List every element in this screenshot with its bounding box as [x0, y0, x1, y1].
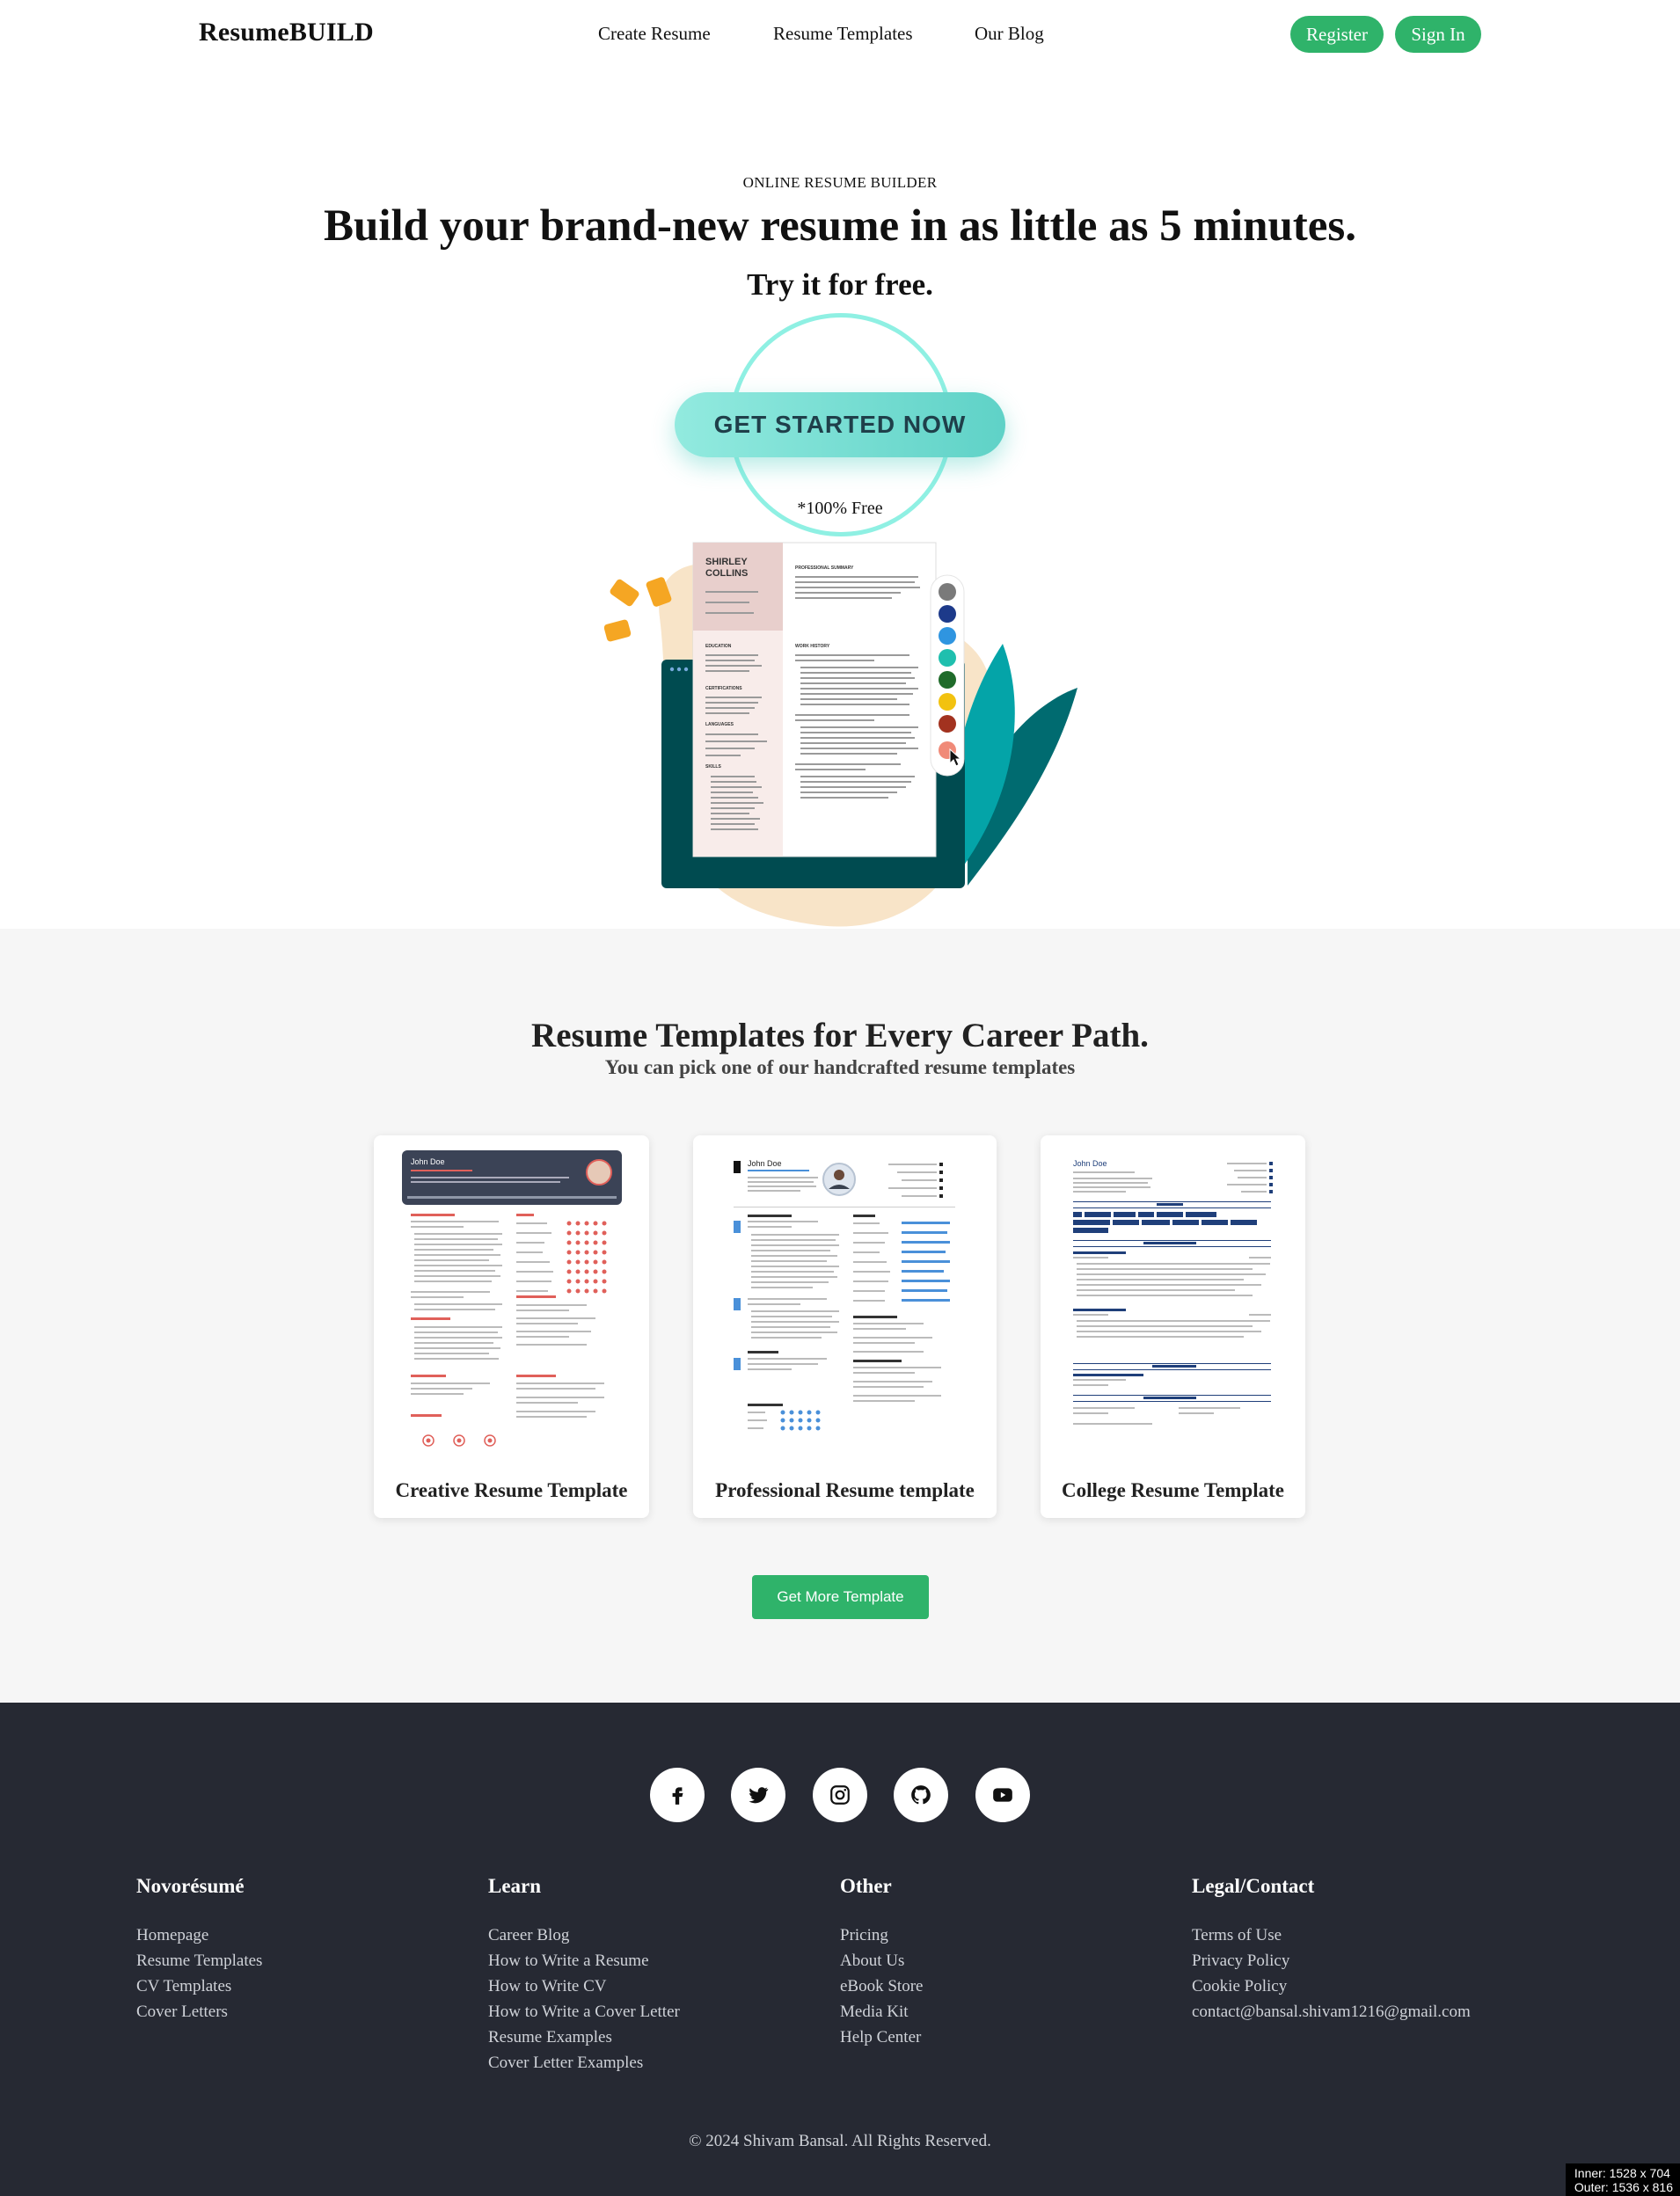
resume-heading-work: WORK HISTORY [795, 644, 830, 649]
resume-heading-skills: SKILLS [705, 764, 721, 770]
color-swatch-5 [939, 671, 956, 689]
templates-subtitle: You can pick one of our handcrafted resu… [604, 1056, 1076, 1078]
resume-name-last: COLLINS [705, 568, 748, 579]
footer-link-cover-letters[interactable]: Cover Letters [136, 1999, 262, 2025]
nav-link-resume-templates[interactable]: Resume Templates [773, 23, 913, 45]
footer-link-contact-email[interactable]: contact@bansal.shivam1216@gmail.com [1192, 1999, 1471, 2025]
color-swatch-7 [939, 715, 956, 733]
hero-title: Build your brand-new resume in as little… [323, 201, 1357, 251]
orange-shape-3 [603, 619, 632, 642]
get-started-button[interactable]: GET STARTED NOW [675, 392, 1005, 457]
footer-column-legal-contact: Legal/Contact Terms of Use Privacy Polic… [1192, 1875, 1471, 2025]
sign-in-button[interactable]: Sign In [1395, 16, 1481, 53]
color-swatch-6 [939, 693, 956, 711]
facebook-icon[interactable] [650, 1768, 705, 1822]
resume-heading-languages: LANGUAGES [705, 722, 734, 727]
footer-link-career-blog[interactable]: Career Blog [488, 1922, 680, 1948]
youtube-icon[interactable] [975, 1768, 1030, 1822]
viewport-size-overlay: Inner: 1528 x 704 Outer: 1536 x 816 [1565, 2163, 1680, 2196]
instagram-icon[interactable] [813, 1768, 867, 1822]
professional-name: John Doe [748, 1159, 782, 1168]
footer-link-terms[interactable]: Terms of Use [1192, 1922, 1471, 1948]
footer-link-homepage[interactable]: Homepage [136, 1922, 262, 1948]
resume-heading-summary: PROFESSIONAL SUMMARY [795, 565, 854, 571]
twitter-icon[interactable] [731, 1768, 785, 1822]
templates-section: Resume Templates for Every Career Path. … [0, 929, 1680, 1703]
nav-link-our-blog[interactable]: Our Blog [975, 23, 1044, 45]
register-button[interactable]: Register [1290, 16, 1384, 53]
color-swatch-4 [939, 649, 956, 667]
footer-link-cover-letter-examples[interactable]: Cover Letter Examples [488, 2050, 680, 2076]
site-footer: Novorésumé Homepage Resume Templates CV … [0, 1703, 1680, 2196]
creative-template-thumbnail: John Doe [402, 1150, 622, 1471]
template-card-label: College Resume Template [1062, 1479, 1284, 1501]
color-swatch-2 [939, 605, 956, 623]
footer-link-resume-examples[interactable]: Resume Examples [488, 2025, 680, 2050]
template-card-creative[interactable]: John Doe Creative Resume Template [374, 1135, 649, 1518]
free-note: *100% Free [797, 499, 883, 518]
professional-template-thumbnail: John Doe [721, 1150, 968, 1471]
footer-column-title: Novorésumé [136, 1875, 245, 1897]
footer-column-other: Other Pricing About Us eBook Store Media… [840, 1875, 923, 2050]
footer-link-pricing[interactable]: Pricing [840, 1922, 923, 1948]
creative-name: John Doe [411, 1157, 445, 1166]
nav-link-create-resume[interactable]: Create Resume [598, 23, 711, 45]
color-swatch-3 [939, 627, 956, 645]
footer-link-write-cv[interactable]: How to Write CV [488, 1973, 680, 1999]
site-logo[interactable]: ResumeBUILD [199, 18, 374, 47]
template-card-label: Professional Resume template [715, 1479, 975, 1501]
hero-resume-illustration: SHIRLEY COLLINS PROFESSIONAL SUMMARY WOR… [603, 542, 1077, 927]
footer-link-media-kit[interactable]: Media Kit [840, 1999, 923, 2025]
resume-heading-education: EDUCATION [705, 644, 732, 649]
footer-link-about-us[interactable]: About Us [840, 1948, 923, 1973]
footer-link-cookie[interactable]: Cookie Policy [1192, 1973, 1471, 1999]
color-swatch-1 [939, 583, 956, 601]
viewport-inner-size: Inner: 1528 x 704 [1574, 2166, 1670, 2180]
footer-column-learn: Learn Career Blog How to Write a Resume … [488, 1875, 680, 2076]
template-card-college[interactable]: John Doe College Resume Template [1041, 1135, 1305, 1518]
footer-link-write-resume[interactable]: How to Write a Resume [488, 1948, 680, 1973]
footer-column-novoresume: Novorésumé Homepage Resume Templates CV … [136, 1875, 262, 2025]
resume-name-first: SHIRLEY [705, 557, 748, 567]
footer-link-help-center[interactable]: Help Center [840, 2025, 923, 2050]
footer-column-title: Learn [488, 1875, 542, 1897]
orange-shape-2 [610, 579, 639, 607]
footer-column-title: Legal/Contact [1192, 1875, 1315, 1897]
template-card-label: Creative Resume Template [395, 1479, 628, 1501]
template-card-professional[interactable]: John Doe Professional Resume template [693, 1135, 997, 1518]
college-name: John Doe [1073, 1159, 1107, 1168]
get-more-template-button[interactable]: Get More Template [752, 1575, 929, 1619]
footer-link-privacy[interactable]: Privacy Policy [1192, 1948, 1471, 1973]
footer-link-write-cover-letter[interactable]: How to Write a Cover Letter [488, 1999, 680, 2025]
copyright-text: © 2024 Shivam Bansal. All Rights Reserve… [689, 2132, 991, 2150]
hero-kicker: ONLINE RESUME BUILDER [742, 174, 938, 191]
top-navigation: ResumeBUILD Create Resume Resume Templat… [0, 0, 1680, 69]
footer-link-cv-templates[interactable]: CV Templates [136, 1973, 262, 1999]
hero-subtitle: Try it for free. [747, 267, 933, 302]
footer-link-ebook-store[interactable]: eBook Store [840, 1973, 923, 1999]
resume-heading-cert: CERTIFICATIONS [705, 686, 742, 691]
templates-title: Resume Templates for Every Career Path. [531, 1017, 1149, 1054]
college-template-thumbnail: John Doe [1069, 1150, 1280, 1471]
github-icon[interactable] [894, 1768, 948, 1822]
footer-column-title: Other [840, 1875, 892, 1897]
footer-link-resume-templates[interactable]: Resume Templates [136, 1948, 262, 1973]
viewport-outer-size: Outer: 1536 x 816 [1574, 2180, 1673, 2194]
